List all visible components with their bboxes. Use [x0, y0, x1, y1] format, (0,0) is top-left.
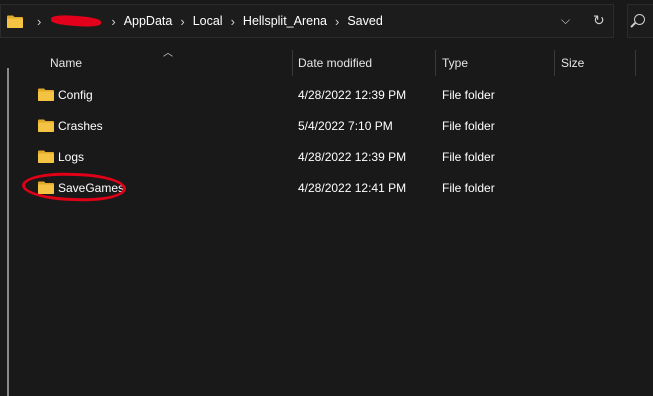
- address-bar[interactable]: › › AppData › Local › Hellsplit_Arena › …: [0, 4, 614, 38]
- column-header-size[interactable]: Size: [561, 48, 584, 76]
- breadcrumb-appdata[interactable]: AppData: [124, 14, 173, 28]
- refresh-icon[interactable]: ↻: [593, 12, 605, 29]
- chevron-down-icon[interactable]: ⌵: [561, 13, 570, 28]
- column-divider[interactable]: [635, 50, 636, 76]
- chevron-right-icon[interactable]: ›: [37, 15, 41, 28]
- chevron-right-icon[interactable]: ›: [335, 15, 339, 28]
- file-name: Config: [58, 88, 93, 102]
- file-type: File folder: [442, 88, 495, 102]
- file-row[interactable]: Crashes 5/4/2022 7:10 PM File folder: [35, 112, 653, 140]
- column-header-type[interactable]: Type: [442, 48, 468, 76]
- column-divider[interactable]: [292, 50, 293, 76]
- navigation-pane-scrollbar[interactable]: [7, 68, 9, 396]
- file-row[interactable]: SaveGames 4/28/2022 12:41 PM File folder: [35, 174, 653, 202]
- file-date-modified: 4/28/2022 12:39 PM: [298, 150, 407, 164]
- search-icon: [634, 14, 645, 25]
- sort-ascending-icon: ︿: [163, 48, 173, 59]
- breadcrumb-hellsplit-arena[interactable]: Hellsplit_Arena: [243, 14, 327, 28]
- column-header-name[interactable]: Name: [50, 48, 82, 76]
- file-type: File folder: [442, 150, 495, 164]
- file-name: Crashes: [58, 119, 103, 133]
- file-date-modified: 5/4/2022 7:10 PM: [298, 119, 393, 133]
- file-type: File folder: [442, 119, 495, 133]
- file-row[interactable]: Logs 4/28/2022 12:39 PM File folder: [35, 143, 653, 171]
- folder-icon: [38, 88, 54, 101]
- column-headers: ︿ Name Date modified Type Size: [35, 48, 653, 76]
- column-header-date-modified[interactable]: Date modified: [298, 48, 372, 76]
- redacted-breadcrumb: [51, 14, 102, 28]
- folder-icon: [7, 15, 23, 28]
- file-type: File folder: [442, 181, 495, 195]
- column-divider[interactable]: [554, 50, 555, 76]
- column-divider[interactable]: [435, 50, 436, 76]
- file-date-modified: 4/28/2022 12:41 PM: [298, 181, 407, 195]
- breadcrumb: › › AppData › Local › Hellsplit_Arena › …: [29, 5, 383, 37]
- search-input[interactable]: [627, 4, 653, 38]
- folder-icon: [38, 150, 54, 163]
- chevron-right-icon[interactable]: ›: [111, 15, 115, 28]
- chevron-right-icon[interactable]: ›: [231, 15, 235, 28]
- file-row[interactable]: Config 4/28/2022 12:39 PM File folder: [35, 81, 653, 109]
- breadcrumb-saved[interactable]: Saved: [347, 14, 382, 28]
- breadcrumb-local[interactable]: Local: [193, 14, 223, 28]
- chevron-right-icon[interactable]: ›: [180, 15, 184, 28]
- file-name: Logs: [58, 150, 85, 164]
- folder-icon: [38, 119, 54, 132]
- file-date-modified: 4/28/2022 12:39 PM: [298, 88, 407, 102]
